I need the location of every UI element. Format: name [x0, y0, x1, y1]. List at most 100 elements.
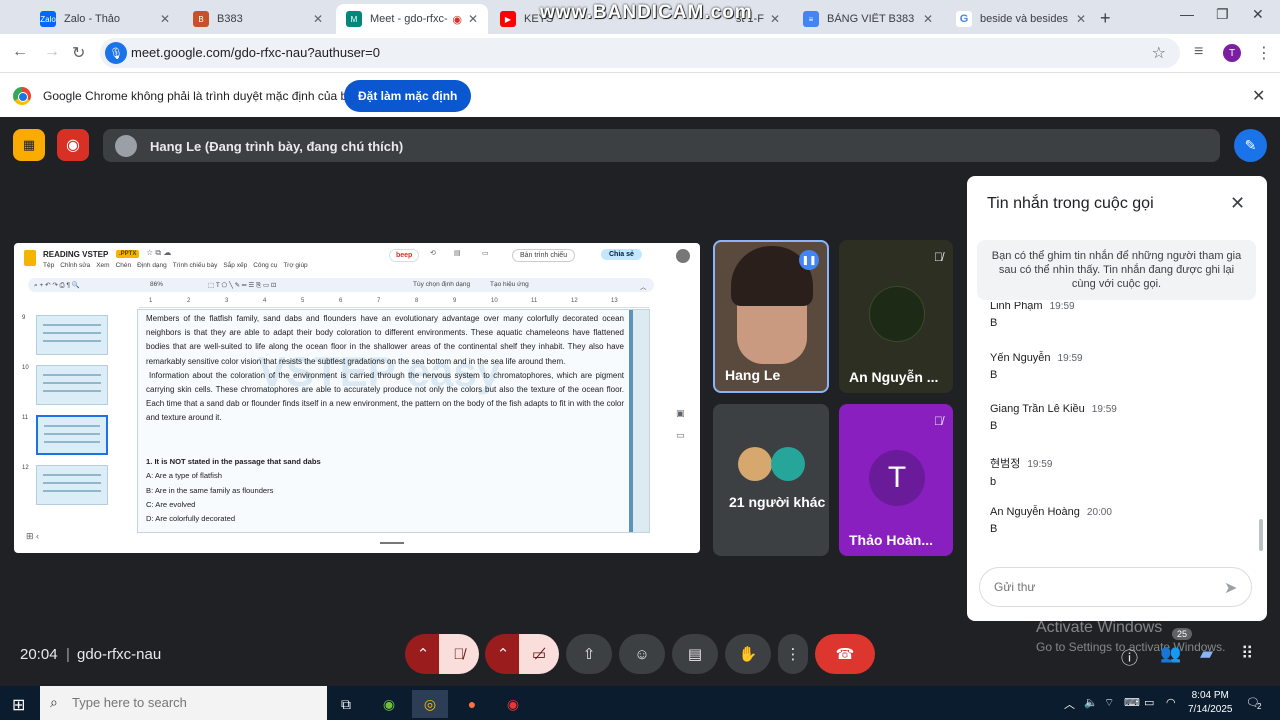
- beep-badge: beep: [389, 249, 420, 262]
- reactions-button[interactable]: ☺: [619, 634, 665, 674]
- people-icon[interactable]: 👥: [1160, 644, 1181, 664]
- ruler-mark: 11: [531, 298, 538, 304]
- app-icon[interactable]: ◉: [371, 690, 407, 718]
- passage-paragraph: Members of the flatfish family, sand dab…: [146, 314, 624, 366]
- chat-panel: Tin nhắn trong cuộc gọi ✕ Bạn có thể ghi…: [967, 176, 1267, 621]
- windows-start-icon[interactable]: ⊞: [12, 695, 25, 715]
- tab-meet[interactable]: M Meet - gdo-rfxc- ◉ ✕: [336, 4, 488, 34]
- speaker-icon[interactable]: 🔈: [1084, 696, 1098, 709]
- captions-button[interactable]: ▤: [672, 634, 718, 674]
- camera-toggle-button[interactable]: ▭̸: [519, 634, 559, 674]
- participant-tile-hang-le[interactable]: ❚❚ Hang Le: [713, 240, 829, 393]
- chevron-up-icon[interactable]: ︿: [1064, 696, 1075, 712]
- chat-notice: Bạn có thể ghim tin nhắn để những người …: [977, 240, 1256, 300]
- window-close-icon[interactable]: ✕: [1252, 6, 1264, 23]
- leave-call-button[interactable]: ☎: [815, 634, 875, 674]
- close-icon[interactable]: ✕: [313, 12, 323, 26]
- bookmark-star-icon[interactable]: ☆: [1152, 43, 1166, 63]
- reload-icon[interactable]: ↻: [72, 43, 85, 63]
- message-time: 19:59: [1091, 404, 1117, 415]
- battery-icon[interactable]: ▭: [1144, 696, 1154, 709]
- recording-button[interactable]: ◉: [57, 129, 89, 161]
- thumbnail-row: 11: [22, 415, 126, 459]
- close-icon[interactable]: ✕: [1230, 193, 1245, 214]
- tab-b383[interactable]: B B383 ✕: [183, 4, 333, 34]
- ruler-mark: 4: [263, 298, 267, 304]
- microphone-off-icon: 🎙̸: [934, 414, 943, 428]
- new-tab-icon[interactable]: +: [1100, 8, 1111, 29]
- presentation-toggle-button[interactable]: ▦: [13, 129, 45, 161]
- video-options-button[interactable]: ⌃: [485, 634, 521, 674]
- slide-number: 10: [22, 365, 29, 371]
- slides-toolbar: ⌕ + ↶ ↷ ⎙ ¶ 🔍 86% ⬚ T ⬠ ╲ ✎ ═ ☰ ⎘ ▭ ⊡ Tù…: [28, 278, 654, 292]
- slide-thumbnails: 9 10 11 12: [14, 293, 132, 533]
- microphone-icon[interactable]: 🎙: [105, 42, 127, 64]
- present-screen-button[interactable]: ⇧: [566, 634, 612, 674]
- close-icon[interactable]: ✕: [770, 12, 780, 26]
- tab-bang-viet[interactable]: ≡ BẢNG VIẾT B383 - G ✕: [793, 4, 943, 34]
- participant-tile-others[interactable]: 21 người khác: [713, 404, 829, 556]
- url-text[interactable]: meet.google.com/gdo-rfxc-nau?authuser=0: [131, 45, 380, 60]
- send-icon[interactable]: ➤: [1224, 578, 1237, 598]
- maximize-icon[interactable]: ❐: [1216, 6, 1229, 23]
- chrome-taskbar-icon[interactable]: ◎: [412, 690, 448, 718]
- close-icon[interactable]: ✕: [923, 12, 933, 26]
- activities-icon[interactable]: ⠿: [1241, 644, 1253, 664]
- navigation-bar: ← → ↻ 🎙 meet.google.com/gdo-rfxc-nau?aut…: [0, 34, 1280, 72]
- info-icon[interactable]: ⓘ: [1121, 644, 1138, 669]
- more-menu-icon[interactable]: ⋮: [1256, 43, 1272, 63]
- ruler-mark: 1: [149, 298, 153, 304]
- taskbar-search-input[interactable]: [72, 695, 312, 710]
- annotate-button[interactable]: ✎: [1234, 129, 1267, 162]
- close-icon[interactable]: ✕: [160, 12, 170, 26]
- forward-icon[interactable]: →: [44, 43, 60, 61]
- microphone-toggle-button[interactable]: 🎙̸: [439, 634, 479, 674]
- others-count: 21 người khác: [729, 494, 826, 510]
- audio-options-button[interactable]: ⌃: [405, 634, 441, 674]
- menu-item: Chèn: [115, 262, 132, 269]
- slide-number: 9: [22, 315, 26, 321]
- address-bar[interactable]: 🎙 meet.google.com/gdo-rfxc-nau?authuser=…: [100, 38, 1180, 68]
- wifi-icon[interactable]: ◠: [1166, 696, 1176, 709]
- menu-item: Trợ giúp: [283, 262, 308, 269]
- tab-zalo[interactable]: Zalo Zalo - Thảo ✕: [30, 4, 180, 34]
- raise-hand-button[interactable]: ✋: [725, 634, 771, 674]
- taskbar-clock[interactable]: 8:04 PM 7/14/2025: [1188, 689, 1233, 717]
- back-icon[interactable]: ←: [12, 43, 28, 61]
- close-icon[interactable]: ✕: [1076, 12, 1086, 26]
- message-text: B: [990, 523, 998, 535]
- tool-icons: ⬚ T ⬠ ╲ ✎ ═ ☰ ⎘ ▭ ⊡: [208, 282, 277, 289]
- history-icon: ⟲: [430, 250, 436, 257]
- tab-beside[interactable]: G beside và besides - T ✕: [946, 4, 1096, 34]
- youtube-icon: ▶: [500, 11, 516, 27]
- close-icon[interactable]: ✕: [468, 12, 478, 26]
- close-icon[interactable]: ✕: [1252, 86, 1265, 106]
- menu-item: Xem: [96, 262, 110, 269]
- question-text: 1. It is NOT stated in the passage that …: [146, 457, 321, 466]
- chat-message: Giang Trần Lê Kiều 19:59 B: [990, 403, 1117, 432]
- minimize-icon[interactable]: —: [1180, 6, 1194, 22]
- chat-scrollbar[interactable]: [1259, 519, 1263, 551]
- chat-icon[interactable]: ▰: [1200, 644, 1213, 664]
- bandicam-icon[interactable]: ◉: [495, 690, 531, 718]
- participant-tile-thao[interactable]: T 🎙̸ Thảo Hoàn...: [839, 404, 953, 556]
- answer-option: B: Are in the same family as flounders: [146, 485, 274, 495]
- taskbar-search[interactable]: ⌕: [40, 686, 327, 720]
- participant-tile-an-nguyen[interactable]: 🎙̸ An Nguyễn ...: [839, 240, 953, 393]
- tab-title: BẢNG VIẾT B383 - G: [827, 13, 917, 25]
- meeting-code: gdo-rfxc-nau: [77, 646, 162, 663]
- chat-message-input[interactable]: [979, 567, 1252, 607]
- media-control-icon[interactable]: ≡: [1194, 43, 1203, 61]
- network-icon[interactable]: ⌔: [1104, 696, 1114, 710]
- message-sender: Giang Trần Lê Kiều: [990, 403, 1085, 415]
- meeting-clock: 20:04: [20, 646, 58, 663]
- firefox-icon[interactable]: ●: [454, 690, 490, 718]
- set-default-button[interactable]: Đặt làm mặc định: [344, 80, 472, 112]
- profile-avatar[interactable]: T: [1223, 44, 1241, 62]
- folder-icon: ▭: [676, 430, 685, 440]
- more-options-button[interactable]: ⋮: [778, 634, 808, 674]
- ruler-mark: 9: [453, 298, 457, 304]
- task-view-icon[interactable]: ⧉: [328, 690, 364, 718]
- keyboard-icon[interactable]: ⌨: [1124, 696, 1140, 709]
- message-time: 20:00: [1086, 507, 1112, 518]
